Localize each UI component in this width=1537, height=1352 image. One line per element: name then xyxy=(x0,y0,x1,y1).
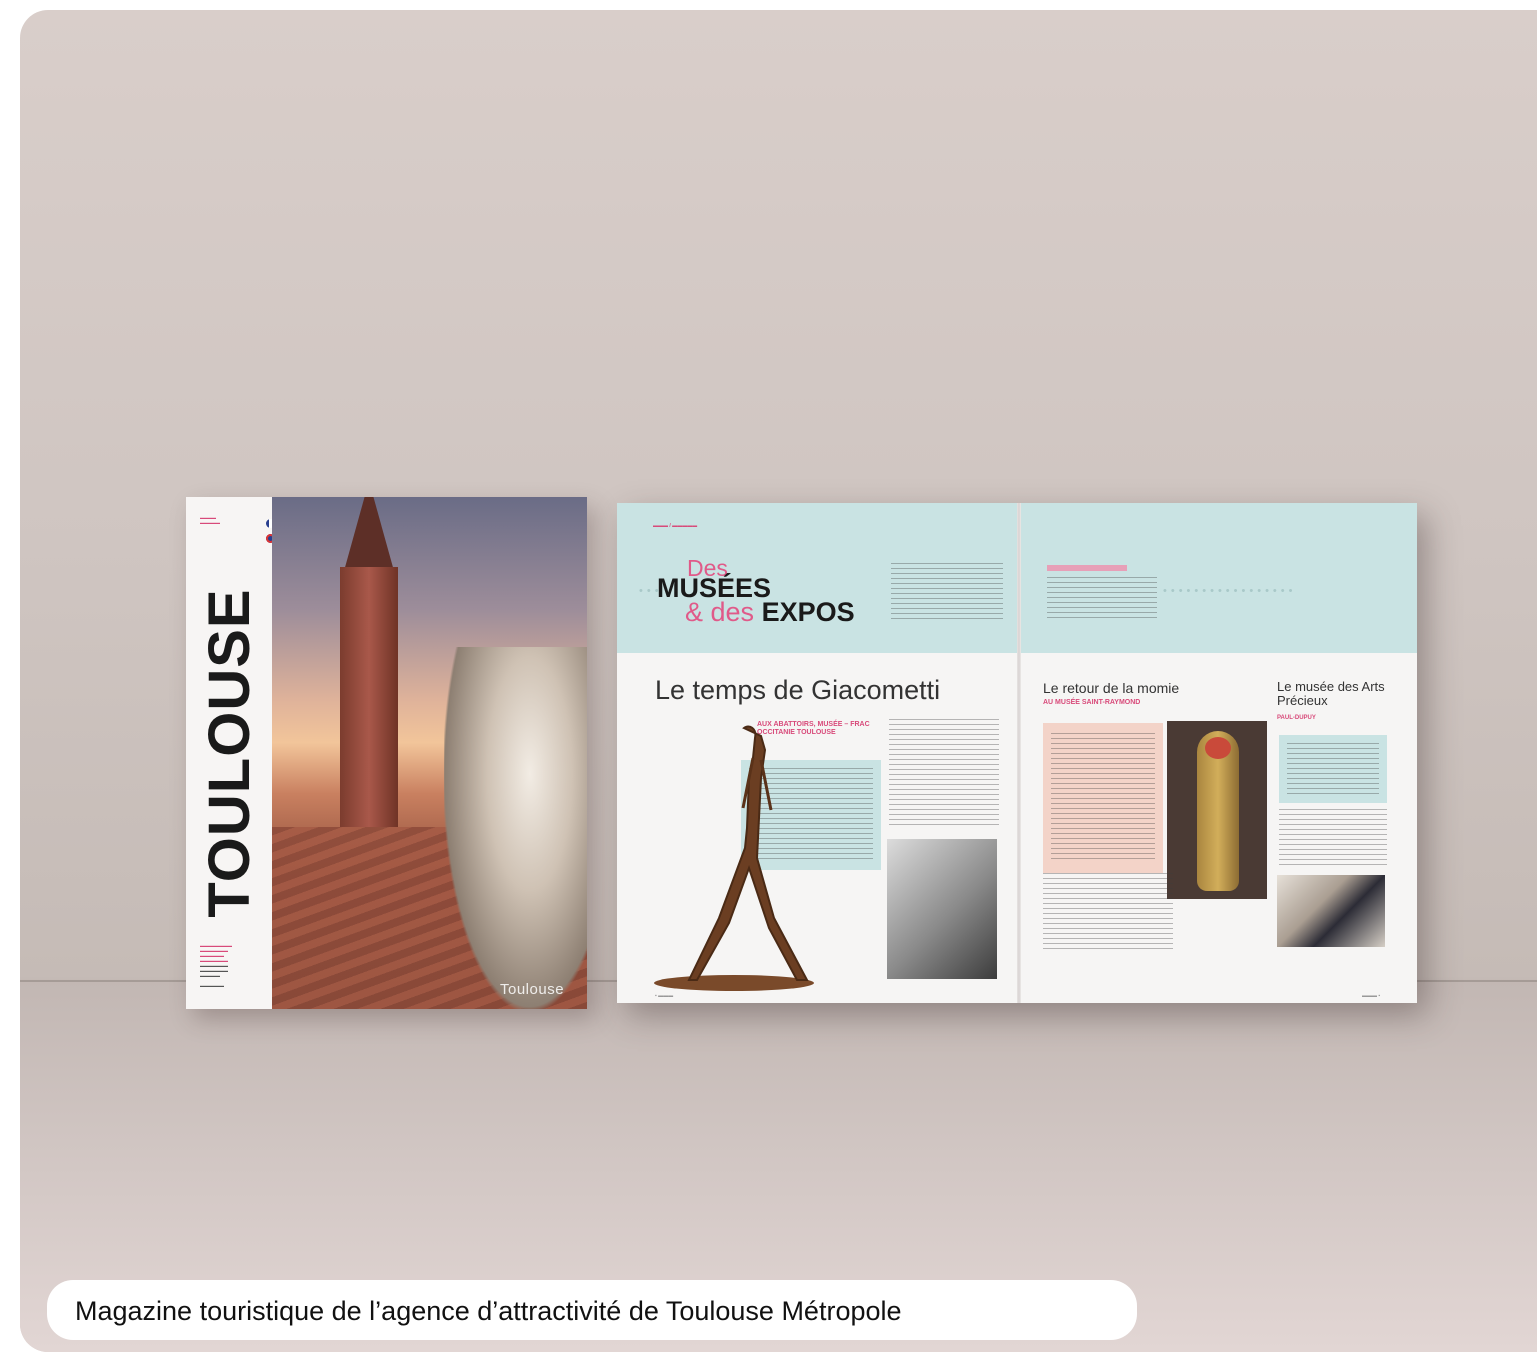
cover-spire xyxy=(344,497,394,571)
mockup-scene: ▬▬▬▬ ▬▬▬▬▬ TOULOUSE ▬▬▬▬▬▬▬▬ ▬▬▬▬▬▬▬ ▬▬▬▬▬▬… xyxy=(20,10,1537,1352)
cover-bell-tower xyxy=(340,567,398,827)
giacometti-photo xyxy=(887,839,997,979)
momie-text-box xyxy=(1043,723,1163,873)
cover-tagline-en: ▬▬▬▬▬▬▬ ▬▬▬▬▬▬▬ ▬▬▬▬▬ ▬▬▬▬▬▬ xyxy=(200,963,228,988)
cover-logo: Toulouse xyxy=(500,981,565,998)
intro-paragraph xyxy=(891,563,1003,621)
cover-issue-meta: ▬▬▬▬ ▬▬▬▬▬ xyxy=(200,515,220,525)
cover-tagline: ▬▬▬▬▬▬▬▬ ▬▬▬▬▬▬▬ ▬▬▬▬▬▬ ▬▬▬▬▬▬▬ xyxy=(200,943,232,963)
subhead-momie: AU MUSÉE SAINT-RAYMOND xyxy=(1043,699,1141,706)
momie-en-text xyxy=(1043,873,1173,953)
headline-arts: Le musée des Arts Précieux xyxy=(1277,679,1385,708)
arts-text-box xyxy=(1279,735,1387,803)
header-and-expos: & des EXPOS xyxy=(685,597,855,628)
magazine-cover: ▬▬▬▬ ▬▬▬▬▬ TOULOUSE ▬▬▬▬▬▬▬▬ ▬▬▬▬▬▬▬ ▬▬▬▬▬▬… xyxy=(186,497,587,1009)
cover-title: TOULOUSE xyxy=(197,588,262,918)
caption-text: Magazine touristique de l’agence d’attra… xyxy=(75,1296,902,1326)
header-and-des: & des xyxy=(685,597,755,627)
spread-fold xyxy=(1017,503,1021,1003)
dot-row-right: ••••••••••••••••• xyxy=(1163,585,1297,597)
giacometti-en-text xyxy=(889,719,999,829)
headline-giacometti: Le temps de Giacometti xyxy=(655,675,941,705)
subhead-arts: PAUL-DUPUY xyxy=(1277,715,1316,721)
header-expos: EXPOS xyxy=(761,597,855,627)
museums-en-heading xyxy=(1047,565,1127,571)
page-footer-left: ▪ ▬▬▬ xyxy=(655,993,674,999)
spread-kicker: ▬▬▬ / ▬▬▬▬▬ xyxy=(653,523,698,529)
walking-man-sculpture xyxy=(654,725,814,991)
magazine-spread: ▬▬▬ / ▬▬▬▬▬ ••• ••••••••••••••••• Des MU… xyxy=(617,503,1417,1003)
cover-statue xyxy=(444,647,587,1009)
headline-momie: Le retour de la momie xyxy=(1043,680,1180,696)
mummy-photo xyxy=(1167,721,1267,899)
museums-en-body xyxy=(1047,577,1157,621)
arts-dress-photo xyxy=(1277,875,1385,947)
caption-pill: Magazine touristique de l’agence d’attra… xyxy=(47,1280,1137,1340)
arts-en-text xyxy=(1279,809,1387,869)
page-footer-right: ▬▬▬ ▪ xyxy=(1362,993,1381,999)
